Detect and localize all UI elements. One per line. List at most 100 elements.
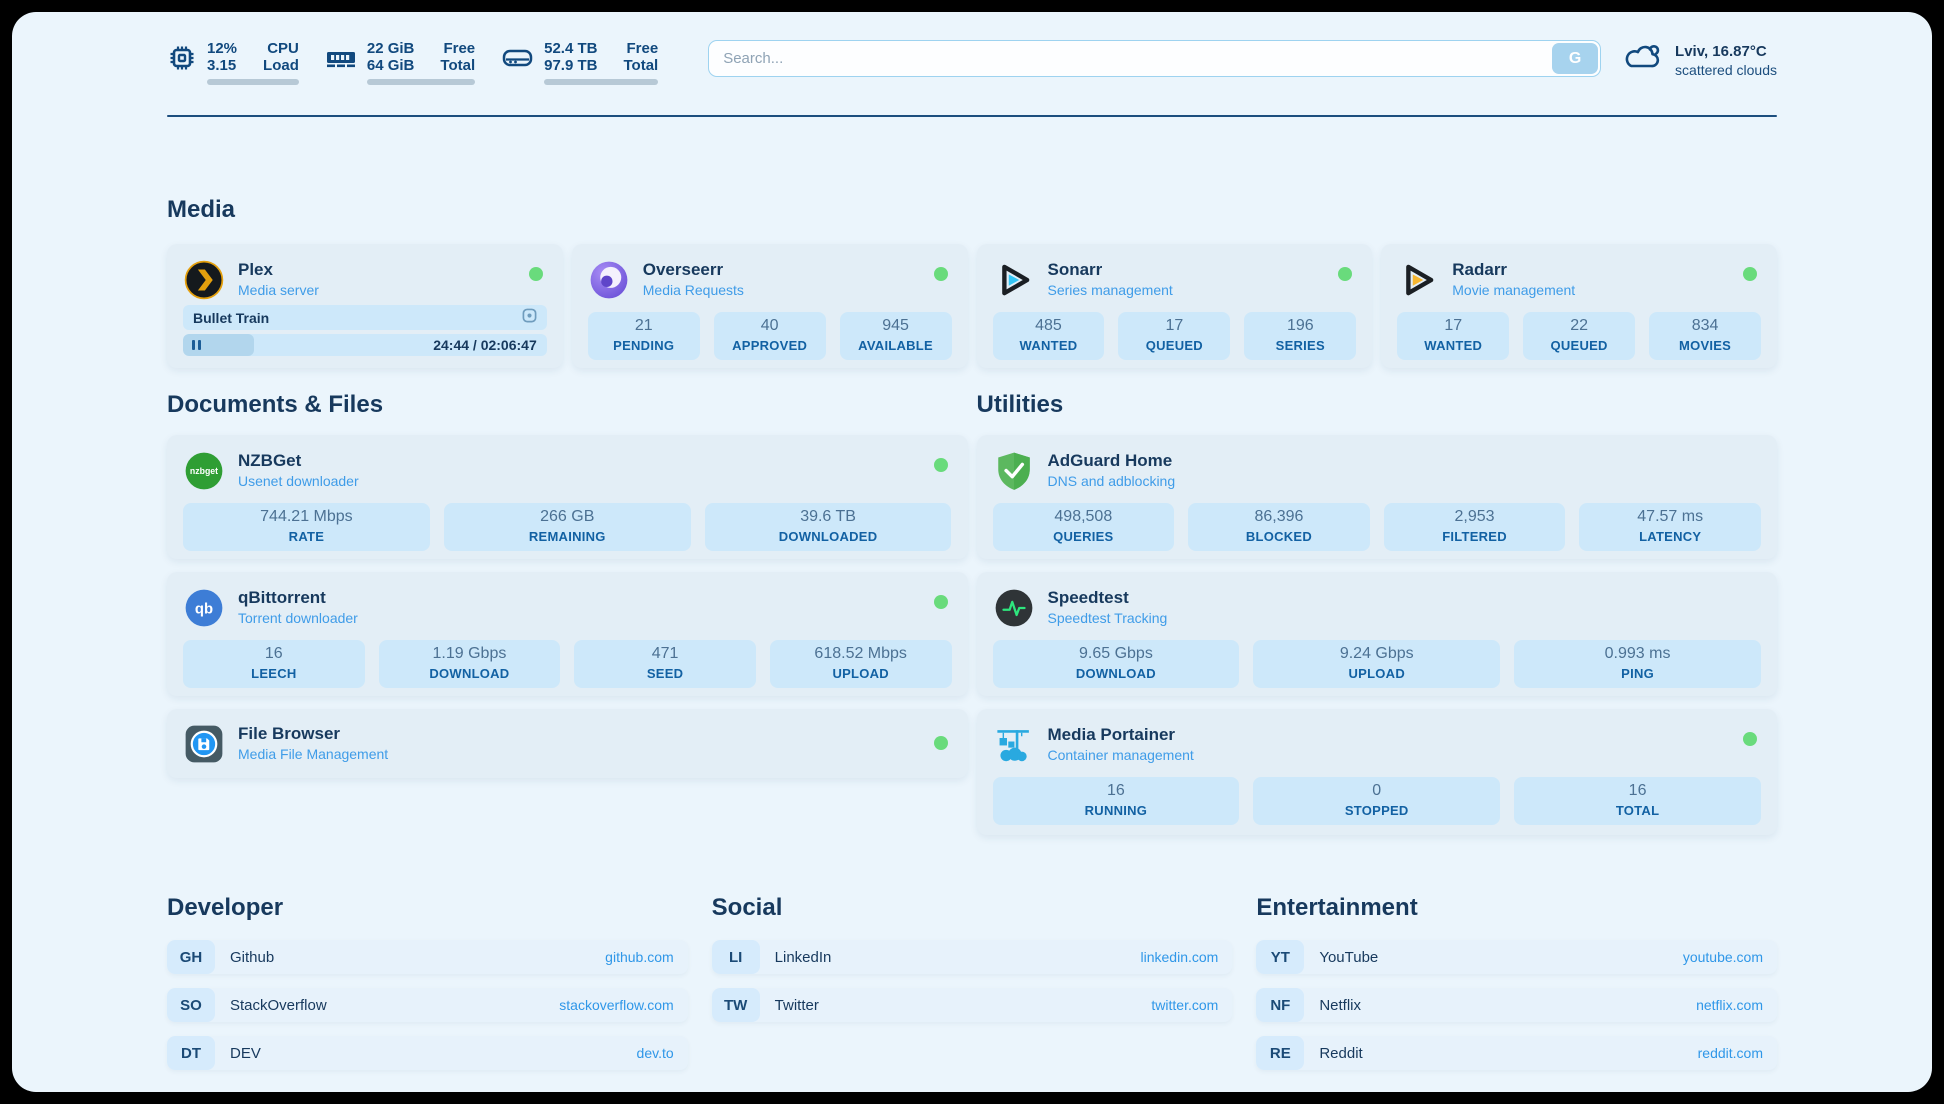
stat-queries: 498,508 QUERIES: [993, 503, 1175, 551]
stat-movies: 834 MOVIES: [1649, 312, 1761, 360]
stat-wanted: 485 WANTED: [993, 312, 1105, 360]
stat-ping: 0.993 ms PING: [1514, 640, 1761, 688]
status-dot: [1743, 267, 1757, 281]
app-desc: Media server: [238, 280, 319, 300]
stat-upload: 9.24 Gbps UPLOAD: [1253, 640, 1500, 688]
app-card-filebrowser[interactable]: File Browser Media File Management: [167, 709, 968, 778]
link-row-stackoverflow[interactable]: SO StackOverflow stackoverflow.com: [167, 988, 688, 1022]
app-desc: Container management: [1048, 745, 1194, 765]
disk-stat: 52.4 TB 97.9 TB Free Total: [501, 40, 658, 85]
app-card-adguard[interactable]: AdGuard Home DNS and adblocking 498,508 …: [977, 435, 1778, 559]
media-cards-row: Plex Media server Bullet Train: [167, 244, 1777, 368]
app-card-overseerr[interactable]: Overseerr Media Requests 21 PENDING 40 A…: [572, 244, 968, 368]
stat-series: 196 SERIES: [1244, 312, 1356, 360]
cpu-load-value: 3.15: [207, 57, 237, 74]
plex-icon: [183, 259, 225, 301]
app-card-speedtest[interactable]: Speedtest Speedtest Tracking 9.65 Gbps D…: [977, 572, 1778, 696]
app-card-nzbget[interactable]: nzbget NZBGet Usenet downloader 744.21 M…: [167, 435, 968, 559]
disk-free-value: 52.4 TB: [544, 40, 597, 57]
app-name: Overseerr: [643, 260, 744, 280]
app-card-portainer[interactable]: Media Portainer Container management 16 …: [977, 709, 1778, 835]
stat-wanted: 17 WANTED: [1397, 312, 1509, 360]
status-dot: [934, 595, 948, 609]
app-card-sonarr[interactable]: Sonarr Series management 485 WANTED 17 Q…: [977, 244, 1373, 368]
cpu-icon: [167, 43, 197, 78]
link-tag: SO: [167, 988, 215, 1022]
stat-remaining: 266 GB REMAINING: [444, 503, 691, 551]
radarr-icon: [1397, 259, 1439, 301]
section-title-utilities: Utilities: [977, 391, 1778, 419]
stat-running: 16 RUNNING: [993, 777, 1240, 825]
status-dot: [529, 267, 543, 281]
pause-icon[interactable]: [192, 340, 201, 350]
weather-location: Lviv, 16.87°C: [1675, 42, 1777, 61]
stat-downloaded: 39.6 TB DOWNLOADED: [705, 503, 952, 551]
cloud-icon: [1623, 40, 1663, 81]
ram-label-2: Total: [440, 57, 475, 74]
link-row-reddit[interactable]: RE Reddit reddit.com: [1256, 1036, 1777, 1070]
app-name: File Browser: [238, 724, 388, 744]
link-row-dev[interactable]: DT DEV dev.to: [167, 1036, 688, 1070]
status-dot: [934, 267, 948, 281]
app-card-qbittorrent[interactable]: qb qBittorrent Torrent downloader 16 LEE…: [167, 572, 968, 696]
link-tag: NF: [1256, 988, 1304, 1022]
app-card-radarr[interactable]: Radarr Movie management 17 WANTED 22 QUE…: [1381, 244, 1777, 368]
search-engine-button[interactable]: G: [1552, 43, 1598, 74]
app-name: AdGuard Home: [1048, 451, 1176, 471]
links-entertainment: Entertainment YT YouTube youtube.com NF …: [1256, 894, 1777, 1084]
app-desc: Usenet downloader: [238, 471, 359, 491]
app-desc: Media Requests: [643, 280, 744, 300]
stat-queued: 22 QUEUED: [1523, 312, 1635, 360]
section-title-documents: Documents & Files: [167, 391, 968, 419]
stat-latency: 47.57 ms LATENCY: [1579, 503, 1761, 551]
stat-queued: 17 QUEUED: [1118, 312, 1230, 360]
speedtest-icon: [993, 587, 1035, 629]
app-card-plex[interactable]: Plex Media server Bullet Train: [167, 244, 563, 368]
links-social: Social LI LinkedIn linkedin.com TW Twitt…: [712, 894, 1233, 1084]
ram-total-value: 64 GiB: [367, 57, 415, 74]
playback-progress-bar[interactable]: 24:44 / 02:06:47: [183, 334, 547, 356]
link-row-linkedin[interactable]: LI LinkedIn linkedin.com: [712, 940, 1233, 974]
search-input[interactable]: [708, 40, 1601, 77]
ram-icon: [325, 43, 357, 78]
app-desc: DNS and adblocking: [1048, 471, 1176, 491]
topbar-divider: [167, 115, 1777, 117]
now-playing-title: Bullet Train: [193, 310, 522, 326]
section-title-social: Social: [712, 894, 1233, 922]
overseerr-icon: [588, 259, 630, 301]
link-row-twitter[interactable]: TW Twitter twitter.com: [712, 988, 1233, 1022]
disk-label-2: Total: [623, 57, 658, 74]
stat-leech: 16 LEECH: [183, 640, 365, 688]
app-desc: Torrent downloader: [238, 608, 358, 628]
ram-stat: 22 GiB 64 GiB Free Total: [325, 40, 475, 85]
link-row-netflix[interactable]: NF Netflix netflix.com: [1256, 988, 1777, 1022]
disk-icon: [501, 43, 534, 78]
bookmark-sections: Developer GH Github github.com SO StackO…: [167, 894, 1777, 1092]
app-name: NZBGet: [238, 451, 359, 471]
cpu-label-2: Load: [263, 57, 299, 74]
svg-text:qb: qb: [195, 601, 213, 617]
app-name: qBittorrent: [238, 588, 358, 608]
app-desc: Series management: [1048, 280, 1173, 300]
section-title-media: Media: [167, 196, 1777, 224]
status-dot: [934, 736, 948, 750]
stat-filtered: 2,953 FILTERED: [1384, 503, 1566, 551]
media-settings-icon[interactable]: [522, 308, 537, 328]
stat-download: 9.65 Gbps DOWNLOAD: [993, 640, 1240, 688]
status-dot: [1743, 732, 1757, 746]
disk-progress-track: [544, 79, 658, 85]
app-name: Plex: [238, 260, 319, 280]
section-title-entertainment: Entertainment: [1256, 894, 1777, 922]
stat-total: 16 TOTAL: [1514, 777, 1761, 825]
app-name: Radarr: [1452, 260, 1575, 280]
stat-available: 945 AVAILABLE: [840, 312, 952, 360]
disk-total-value: 97.9 TB: [544, 57, 597, 74]
ram-free-value: 22 GiB: [367, 40, 415, 57]
cpu-label-1: CPU: [267, 40, 299, 57]
nzbget-icon: nzbget: [183, 450, 225, 492]
stat-stopped: 0 STOPPED: [1253, 777, 1500, 825]
stat-seed: 471 SEED: [574, 640, 756, 688]
link-row-github[interactable]: GH Github github.com: [167, 940, 688, 974]
stat-pending: 21 PENDING: [588, 312, 700, 360]
link-row-youtube[interactable]: YT YouTube youtube.com: [1256, 940, 1777, 974]
